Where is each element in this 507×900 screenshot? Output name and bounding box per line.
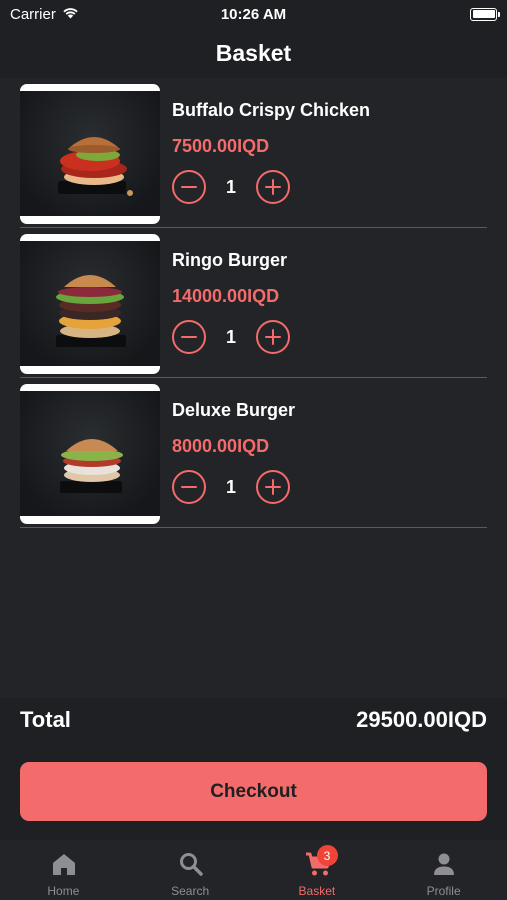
quantity-value: 1 — [225, 326, 236, 347]
quantity-value: 1 — [225, 476, 236, 497]
quantity-stepper: 1 — [172, 170, 290, 204]
item-price: 14000.00IQD — [172, 286, 280, 306]
burger-photo — [20, 84, 160, 224]
tab-home[interactable]: Home — [0, 840, 127, 900]
increase-quantity-button[interactable] — [256, 170, 290, 204]
burger-photo — [20, 234, 160, 374]
carrier-label: Carrier — [10, 5, 56, 23]
quantity-stepper: 1 — [172, 470, 290, 504]
total-row: Total 29500.00IQD — [20, 702, 487, 738]
tab-label: Profile — [426, 884, 461, 898]
tab-label: Home — [47, 884, 80, 898]
minus-icon — [181, 485, 197, 488]
page-title: Basket — [215, 39, 292, 66]
item-name: Ringo Burger — [172, 250, 287, 270]
tab-bar: Home Search 3 Basket Profile — [0, 840, 507, 900]
item-price: 8000.00IQD — [172, 436, 270, 456]
basket-count-badge: 3 — [316, 845, 338, 866]
quantity-value: 1 — [225, 176, 236, 197]
checkout-button[interactable]: Checkout — [20, 762, 487, 821]
wifi-icon — [62, 6, 79, 23]
burger-photo — [20, 384, 160, 524]
increase-quantity-button[interactable] — [256, 320, 290, 354]
basket-item: Buffalo Crispy Chicken 7500.00IQD 1 — [20, 78, 487, 228]
decrease-quantity-button[interactable] — [172, 320, 206, 354]
status-bar: Carrier 10:26 AM — [0, 0, 507, 28]
decrease-quantity-button[interactable] — [172, 170, 206, 204]
total-value: 29500.00IQD — [356, 707, 487, 732]
item-name: Deluxe Burger — [172, 400, 296, 420]
basket-list: Buffalo Crispy Chicken 7500.00IQD 1 Ring… — [0, 78, 507, 698]
header: Basket — [0, 28, 507, 78]
decrease-quantity-button[interactable] — [172, 470, 206, 504]
item-price: 7500.00IQD — [172, 136, 270, 156]
minus-icon — [181, 185, 197, 188]
person-icon — [434, 853, 455, 875]
tab-label: Search — [171, 884, 210, 898]
item-name: Buffalo Crispy Chicken — [172, 100, 371, 120]
tab-basket[interactable]: 3 Basket — [254, 840, 381, 900]
tab-search[interactable]: Search — [127, 840, 254, 900]
search-icon — [179, 853, 203, 876]
basket-item: Ringo Burger 14000.00IQD 1 — [20, 228, 487, 378]
quantity-stepper: 1 — [172, 320, 290, 354]
tab-label: Basket — [298, 884, 336, 898]
total-label: Total — [20, 707, 71, 732]
status-left: Carrier — [10, 6, 79, 23]
basket-item: Deluxe Burger 8000.00IQD 1 — [20, 378, 487, 528]
minus-icon — [181, 335, 197, 338]
home-icon — [53, 854, 75, 875]
battery-icon — [470, 7, 500, 21]
increase-quantity-button[interactable] — [256, 470, 290, 504]
tab-profile[interactable]: Profile — [380, 840, 507, 900]
